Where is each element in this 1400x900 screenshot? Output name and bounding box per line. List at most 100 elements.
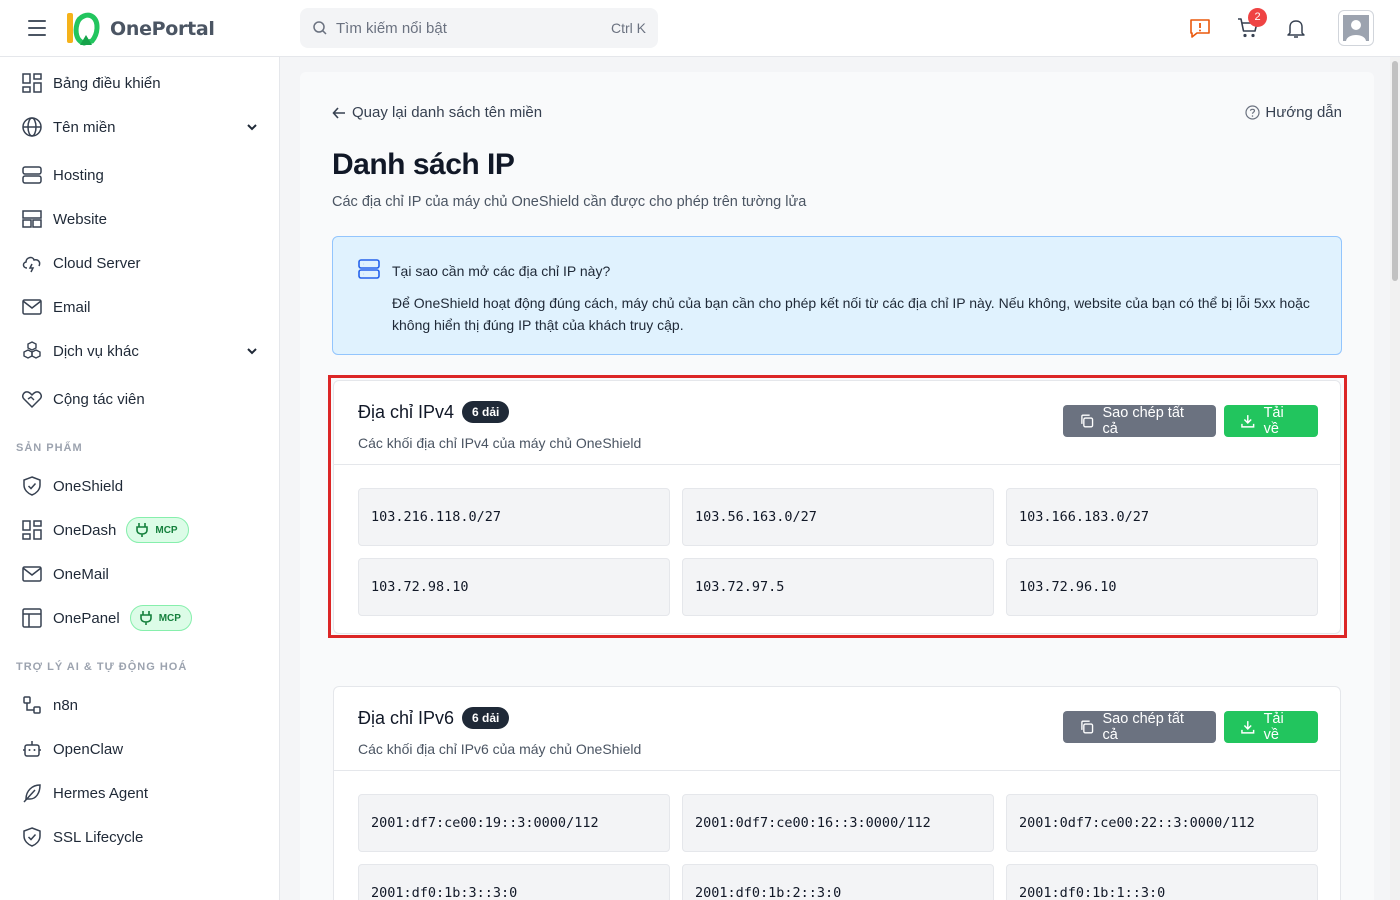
- sidebar-item-label: Dịch vụ khác: [53, 342, 139, 360]
- ip-range[interactable]: 2001:df7:ce00:19::3:0000/112: [358, 794, 670, 852]
- ipv6-copy-all-button[interactable]: Sao chép tất cả: [1063, 711, 1216, 743]
- sidebar-item-n8n[interactable]: n8n: [0, 685, 280, 725]
- sidebar-item-website[interactable]: Website: [0, 199, 280, 239]
- bot-icon: [23, 741, 41, 757]
- sidebar-item-onedash[interactable]: OneDash MCP: [0, 510, 280, 550]
- dashboard-icon: [22, 520, 42, 540]
- ipv6-card: Địa chỉ IPv6 6 dải Các khối địa chỉ IPv6…: [333, 686, 1341, 900]
- help-circle-icon: [1245, 105, 1261, 120]
- sidebar-item-label: Tên miền: [53, 118, 116, 136]
- page-title: Danh sách IP: [332, 148, 515, 181]
- sidebar-item-label: OneDash: [53, 521, 117, 539]
- panel-icon: [22, 608, 42, 628]
- sidebar-item-onepanel[interactable]: OnePanel MCP: [0, 598, 280, 638]
- sidebar-item-label: Bảng điều khiển: [53, 74, 161, 92]
- sidebar-item-label: OpenClaw: [53, 740, 124, 758]
- user-icon: [1343, 15, 1369, 41]
- info-question: Tại sao cần mở các địa chỉ IP này?: [392, 263, 611, 279]
- sidebar: Bảng điều khiển Tên miền Hosting Website…: [0, 57, 280, 900]
- plug-icon: [139, 611, 152, 625]
- back-link-label: Quay lại danh sách tên miền: [352, 104, 543, 121]
- feather-icon: [23, 784, 41, 803]
- ip-range[interactable]: 2001:df0:1b:3::3:0: [358, 864, 670, 900]
- sidebar-item-label: SSL Lifecycle: [53, 828, 144, 846]
- sidebar-item-label: Website: [53, 210, 107, 228]
- shield-check-icon: [23, 827, 41, 847]
- feedback-icon[interactable]: [1188, 16, 1212, 40]
- sidebar-item-hermes-agent[interactable]: Hermes Agent: [0, 773, 280, 813]
- search-shortcut: Ctrl K: [611, 20, 646, 36]
- sidebar-item-other-services[interactable]: Dịch vụ khác: [0, 331, 280, 371]
- sidebar-item-affiliate[interactable]: Cộng tác viên: [0, 379, 280, 419]
- mcp-badge-label: MCP: [158, 612, 181, 624]
- highlight-box: [328, 375, 1347, 638]
- dashboard-icon: [22, 73, 42, 93]
- mcp-badge: MCP: [126, 517, 189, 543]
- globe-icon: [22, 117, 42, 137]
- ipv6-card-title: Địa chỉ IPv6 6 dải: [358, 707, 510, 729]
- website-icon: [22, 210, 42, 228]
- guide-link[interactable]: Hướng dẫn: [1245, 104, 1342, 121]
- sidebar-item-label: n8n: [53, 696, 79, 714]
- info-alert: Tại sao cần mở các địa chỉ IP này? Để On…: [332, 236, 1342, 355]
- sidebar-item-label: OneMail: [53, 565, 109, 583]
- boxes-icon: [23, 341, 41, 359]
- sidebar-item-dashboard[interactable]: Bảng điều khiển: [0, 63, 280, 103]
- ipv6-title: Địa chỉ IPv6: [358, 707, 455, 728]
- sidebar-item-hosting[interactable]: Hosting: [0, 155, 280, 195]
- logo[interactable]: OnePortal: [64, 11, 215, 47]
- sidebar-item-ssl-lifecycle[interactable]: SSL Lifecycle: [0, 817, 280, 857]
- server-icon: [358, 259, 380, 279]
- mail-icon: [22, 299, 42, 315]
- sidebar-item-label: OneShield: [53, 477, 124, 495]
- info-text: Để OneShield hoạt động đúng cách, máy ch…: [392, 295, 1310, 333]
- top-bar: OnePortal Ctrl K 2: [0, 0, 1400, 57]
- section-label-ai: TRỢ LÝ AI & TỰ ĐỘNG HOÁ: [16, 661, 188, 673]
- ip-range[interactable]: 2001:0df7:ce00:22::3:0000/112: [1006, 794, 1318, 852]
- chevron-down-icon: [247, 124, 257, 131]
- copy-all-label: Sao chép tất cả: [1102, 711, 1184, 743]
- download-label: Tải về: [1263, 711, 1284, 743]
- scrollbar[interactable]: [1390, 57, 1400, 900]
- sidebar-item-email[interactable]: Email: [0, 287, 280, 327]
- sidebar-item-oneshield[interactable]: OneShield: [0, 466, 280, 506]
- search-input[interactable]: [336, 19, 611, 37]
- download-icon: [1241, 721, 1255, 734]
- brand-name: OnePortal: [110, 18, 215, 40]
- ipv6-description: Các khối địa chỉ IPv6 của máy chủ OneShi…: [358, 741, 642, 757]
- mcp-badge: MCP: [129, 605, 192, 631]
- scrollbar-thumb[interactable]: [1392, 61, 1398, 281]
- server-icon: [22, 166, 42, 184]
- plug-icon: [136, 523, 149, 537]
- handshake-heart-icon: [22, 391, 42, 409]
- workflow-icon: [23, 696, 41, 714]
- sidebar-item-onemail[interactable]: OneMail: [0, 554, 280, 594]
- ipv6-card-header: Địa chỉ IPv6 6 dải Các khối địa chỉ IPv6…: [334, 687, 1340, 771]
- guide-label: Hướng dẫn: [1265, 104, 1342, 121]
- avatar[interactable]: [1338, 10, 1374, 46]
- mcp-badge-label: MCP: [155, 524, 178, 536]
- sidebar-item-label: Cloud Server: [53, 254, 141, 272]
- ip-range[interactable]: 2001:0df7:ce00:16::3:0000/112: [682, 794, 994, 852]
- ip-range[interactable]: 2001:df0:1b:1::3:0: [1006, 864, 1318, 900]
- sidebar-item-label: Hermes Agent: [53, 784, 149, 802]
- chevron-down-icon: [247, 348, 257, 355]
- sidebar-item-openclaw[interactable]: OpenClaw: [0, 729, 280, 769]
- bell-icon[interactable]: [1284, 16, 1308, 40]
- search-bar[interactable]: Ctrl K: [300, 8, 658, 48]
- section-label-products: SẢN PHẨM: [16, 442, 83, 454]
- sidebar-item-label: Email: [53, 298, 91, 316]
- page-subtitle: Các địa chỉ IP của máy chủ OneShield cần…: [332, 194, 807, 210]
- ip-range[interactable]: 2001:df0:1b:2::3:0: [682, 864, 994, 900]
- sidebar-item-label: Hosting: [53, 166, 104, 184]
- cloud-icon: [22, 256, 41, 273]
- ipv6-count-badge: 6 dải: [462, 707, 510, 729]
- ipv6-download-button[interactable]: Tải về: [1224, 711, 1318, 743]
- sidebar-item-domains[interactable]: Tên miền: [0, 107, 280, 147]
- arrow-left-icon: [332, 106, 345, 119]
- sidebar-item-cloud-server[interactable]: Cloud Server: [0, 243, 280, 283]
- logo-mark-icon: [64, 11, 104, 47]
- copy-icon: [1081, 720, 1094, 734]
- back-to-domains-link[interactable]: Quay lại danh sách tên miền: [332, 104, 542, 121]
- menu-icon[interactable]: [28, 20, 46, 36]
